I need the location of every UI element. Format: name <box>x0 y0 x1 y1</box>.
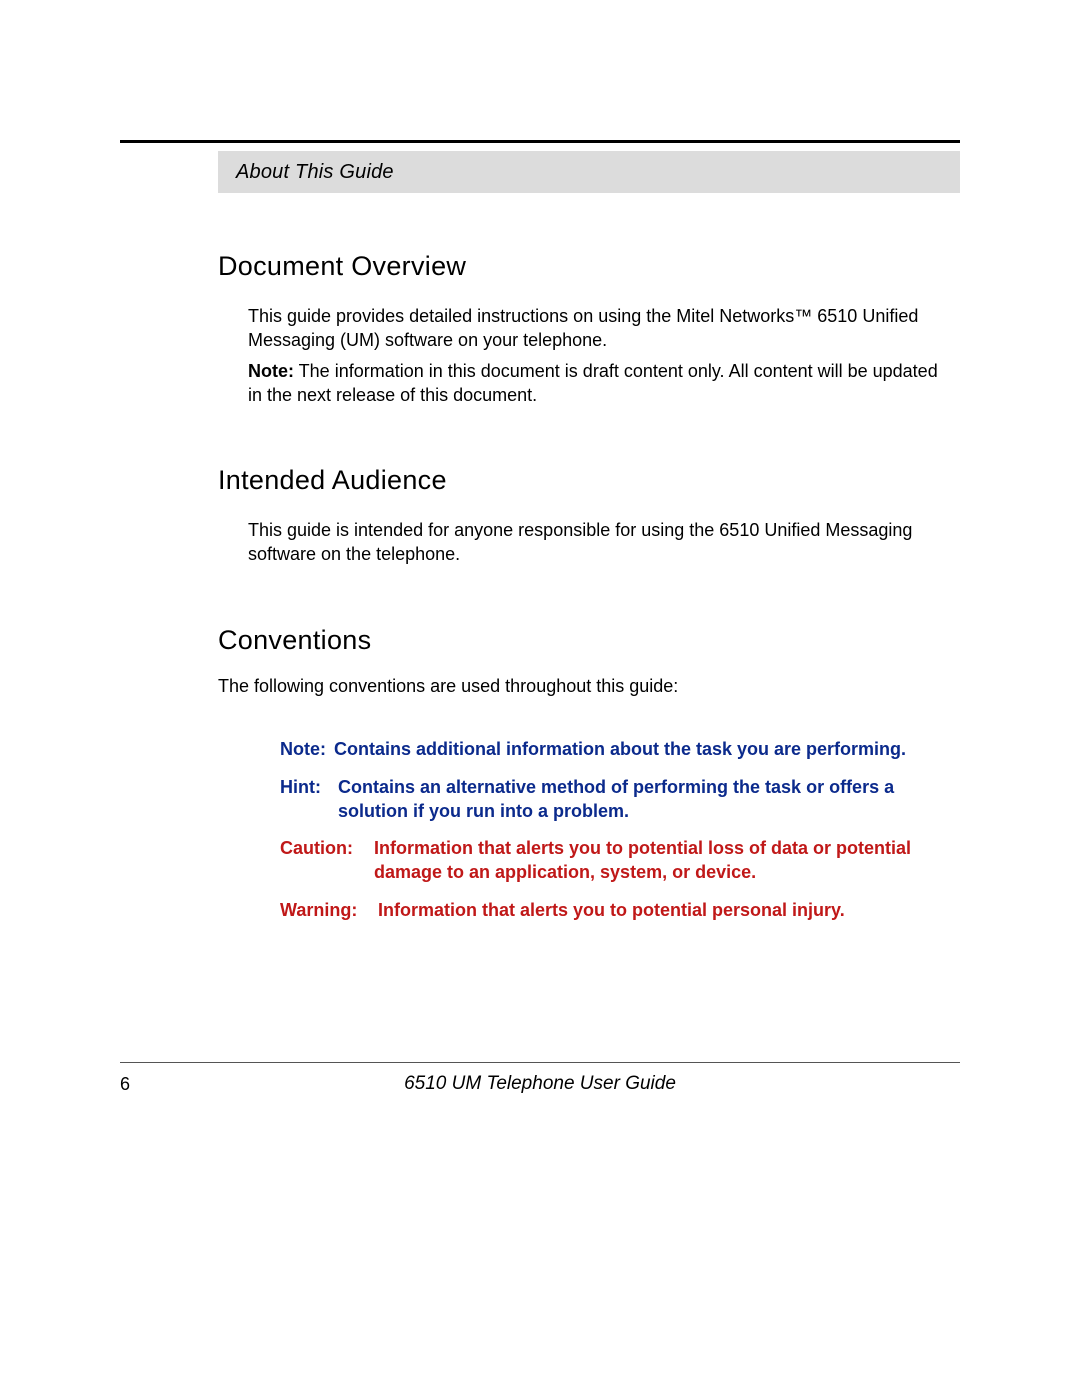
convention-caution-text: Information that alerts you to potential… <box>374 837 940 885</box>
section-header-band: About This Guide <box>218 151 960 193</box>
convention-warning-text: Information that alerts you to potential… <box>378 899 940 923</box>
footer-row: 6 6510 UM Telephone User Guide <box>120 1063 960 1095</box>
convention-caution: Caution: Information that alerts you to … <box>280 837 940 885</box>
heading-conventions: Conventions <box>218 625 940 656</box>
content-area: Document Overview This guide provides de… <box>218 251 960 923</box>
overview-paragraph-1: This guide provides detailed instruction… <box>248 304 940 353</box>
overview-body: This guide provides detailed instruction… <box>248 304 940 407</box>
convention-caution-label: Caution: <box>280 837 374 885</box>
audience-body: This guide is intended for anyone respon… <box>248 518 940 567</box>
convention-note-label: Note: <box>280 738 334 762</box>
conventions-intro: The following conventions are used throu… <box>218 674 940 698</box>
page-footer: 6 6510 UM Telephone User Guide <box>120 1062 960 1095</box>
convention-hint: Hint: Contains an alternative method of … <box>280 776 940 824</box>
convention-hint-text: Contains an alternative method of perfor… <box>338 776 940 824</box>
conventions-list: Note: Contains additional information ab… <box>280 738 940 923</box>
page-number: 6 <box>120 1074 240 1095</box>
overview-note-body: The information in this document is draf… <box>248 361 938 405</box>
page-body: About This Guide Document Overview This … <box>120 140 960 1397</box>
convention-note-text: Contains additional information about th… <box>334 738 940 762</box>
heading-intended-audience: Intended Audience <box>218 465 940 496</box>
overview-note: Note: The information in this document i… <box>248 359 940 408</box>
overview-note-label: Note: <box>248 361 294 381</box>
top-horizontal-rule <box>120 140 960 143</box>
section-title: About This Guide <box>236 161 394 184</box>
footer-doc-title: 6510 UM Telephone User Guide <box>240 1073 960 1095</box>
convention-note: Note: Contains additional information ab… <box>280 738 940 762</box>
convention-hint-label: Hint: <box>280 776 338 824</box>
heading-document-overview: Document Overview <box>218 251 940 282</box>
convention-warning-label: Warning: <box>280 899 378 923</box>
audience-paragraph-1: This guide is intended for anyone respon… <box>248 518 940 567</box>
convention-warning: Warning: Information that alerts you to … <box>280 899 940 923</box>
